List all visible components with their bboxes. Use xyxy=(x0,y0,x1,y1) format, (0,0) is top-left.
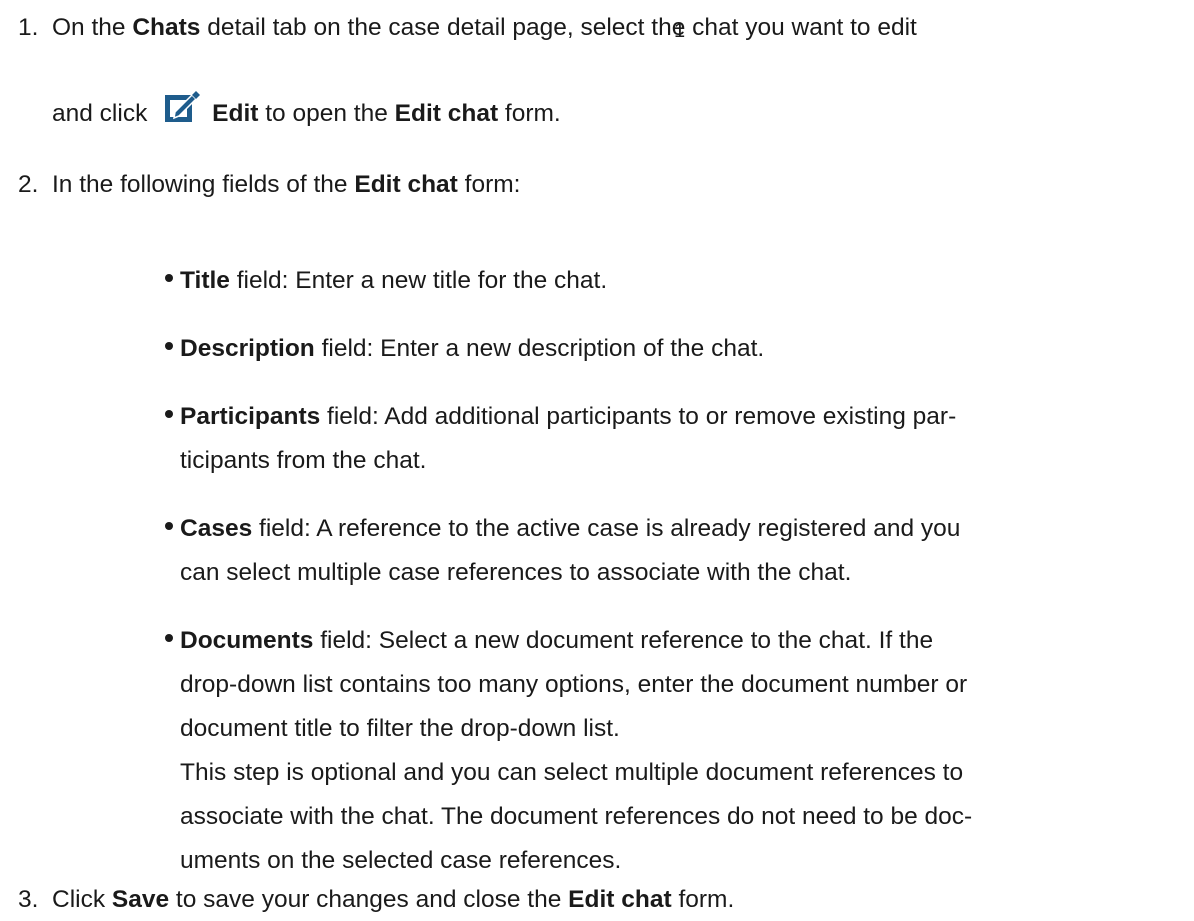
bullet xyxy=(165,342,173,350)
step-2-intro: In the following fields of the Edit chat… xyxy=(52,171,521,198)
edit-chat-form-label: Edit chat xyxy=(568,886,672,913)
edit-chat-form-label: Edit chat xyxy=(354,171,458,198)
step-number: 1. xyxy=(18,14,39,41)
field-item-participants: Participants field: Add additional parti… xyxy=(165,395,1180,483)
save-label: Save xyxy=(111,886,170,913)
footnote-mark: 1 xyxy=(674,20,686,42)
bullet xyxy=(165,274,173,282)
field-item-title: Title field: Enter a new title for the c… xyxy=(165,259,1180,303)
chats-tab-label: Chats xyxy=(132,14,201,41)
edit-label: Edit xyxy=(212,100,259,127)
field-item-description: Description field: Enter a new descripti… xyxy=(165,327,1180,371)
field-item-documents: Documents field: Select a new document r… xyxy=(165,619,1180,883)
field-name: Description xyxy=(180,335,315,362)
bullet xyxy=(165,410,173,418)
field-name: Title xyxy=(180,267,230,294)
field-name: Cases xyxy=(180,515,253,542)
bullet xyxy=(165,634,173,642)
step-number: 2. xyxy=(18,171,39,198)
step-number: 3. xyxy=(18,886,39,913)
edit-chat-form-label: Edit chat xyxy=(394,100,499,127)
step-1-line-1: On the Chats detail tab on the case deta… xyxy=(52,14,917,41)
bullet xyxy=(165,522,173,530)
edit-icon xyxy=(162,88,202,124)
step-1-line-2: and click Edit to open the Edit chat for… xyxy=(52,88,561,128)
field-name: Documents xyxy=(180,627,314,654)
step-3-line: Click Save to save your changes and clos… xyxy=(52,886,735,913)
field-item-cases: Cases field: A reference to the active c… xyxy=(165,507,1180,595)
field-name: Participants xyxy=(180,403,321,430)
